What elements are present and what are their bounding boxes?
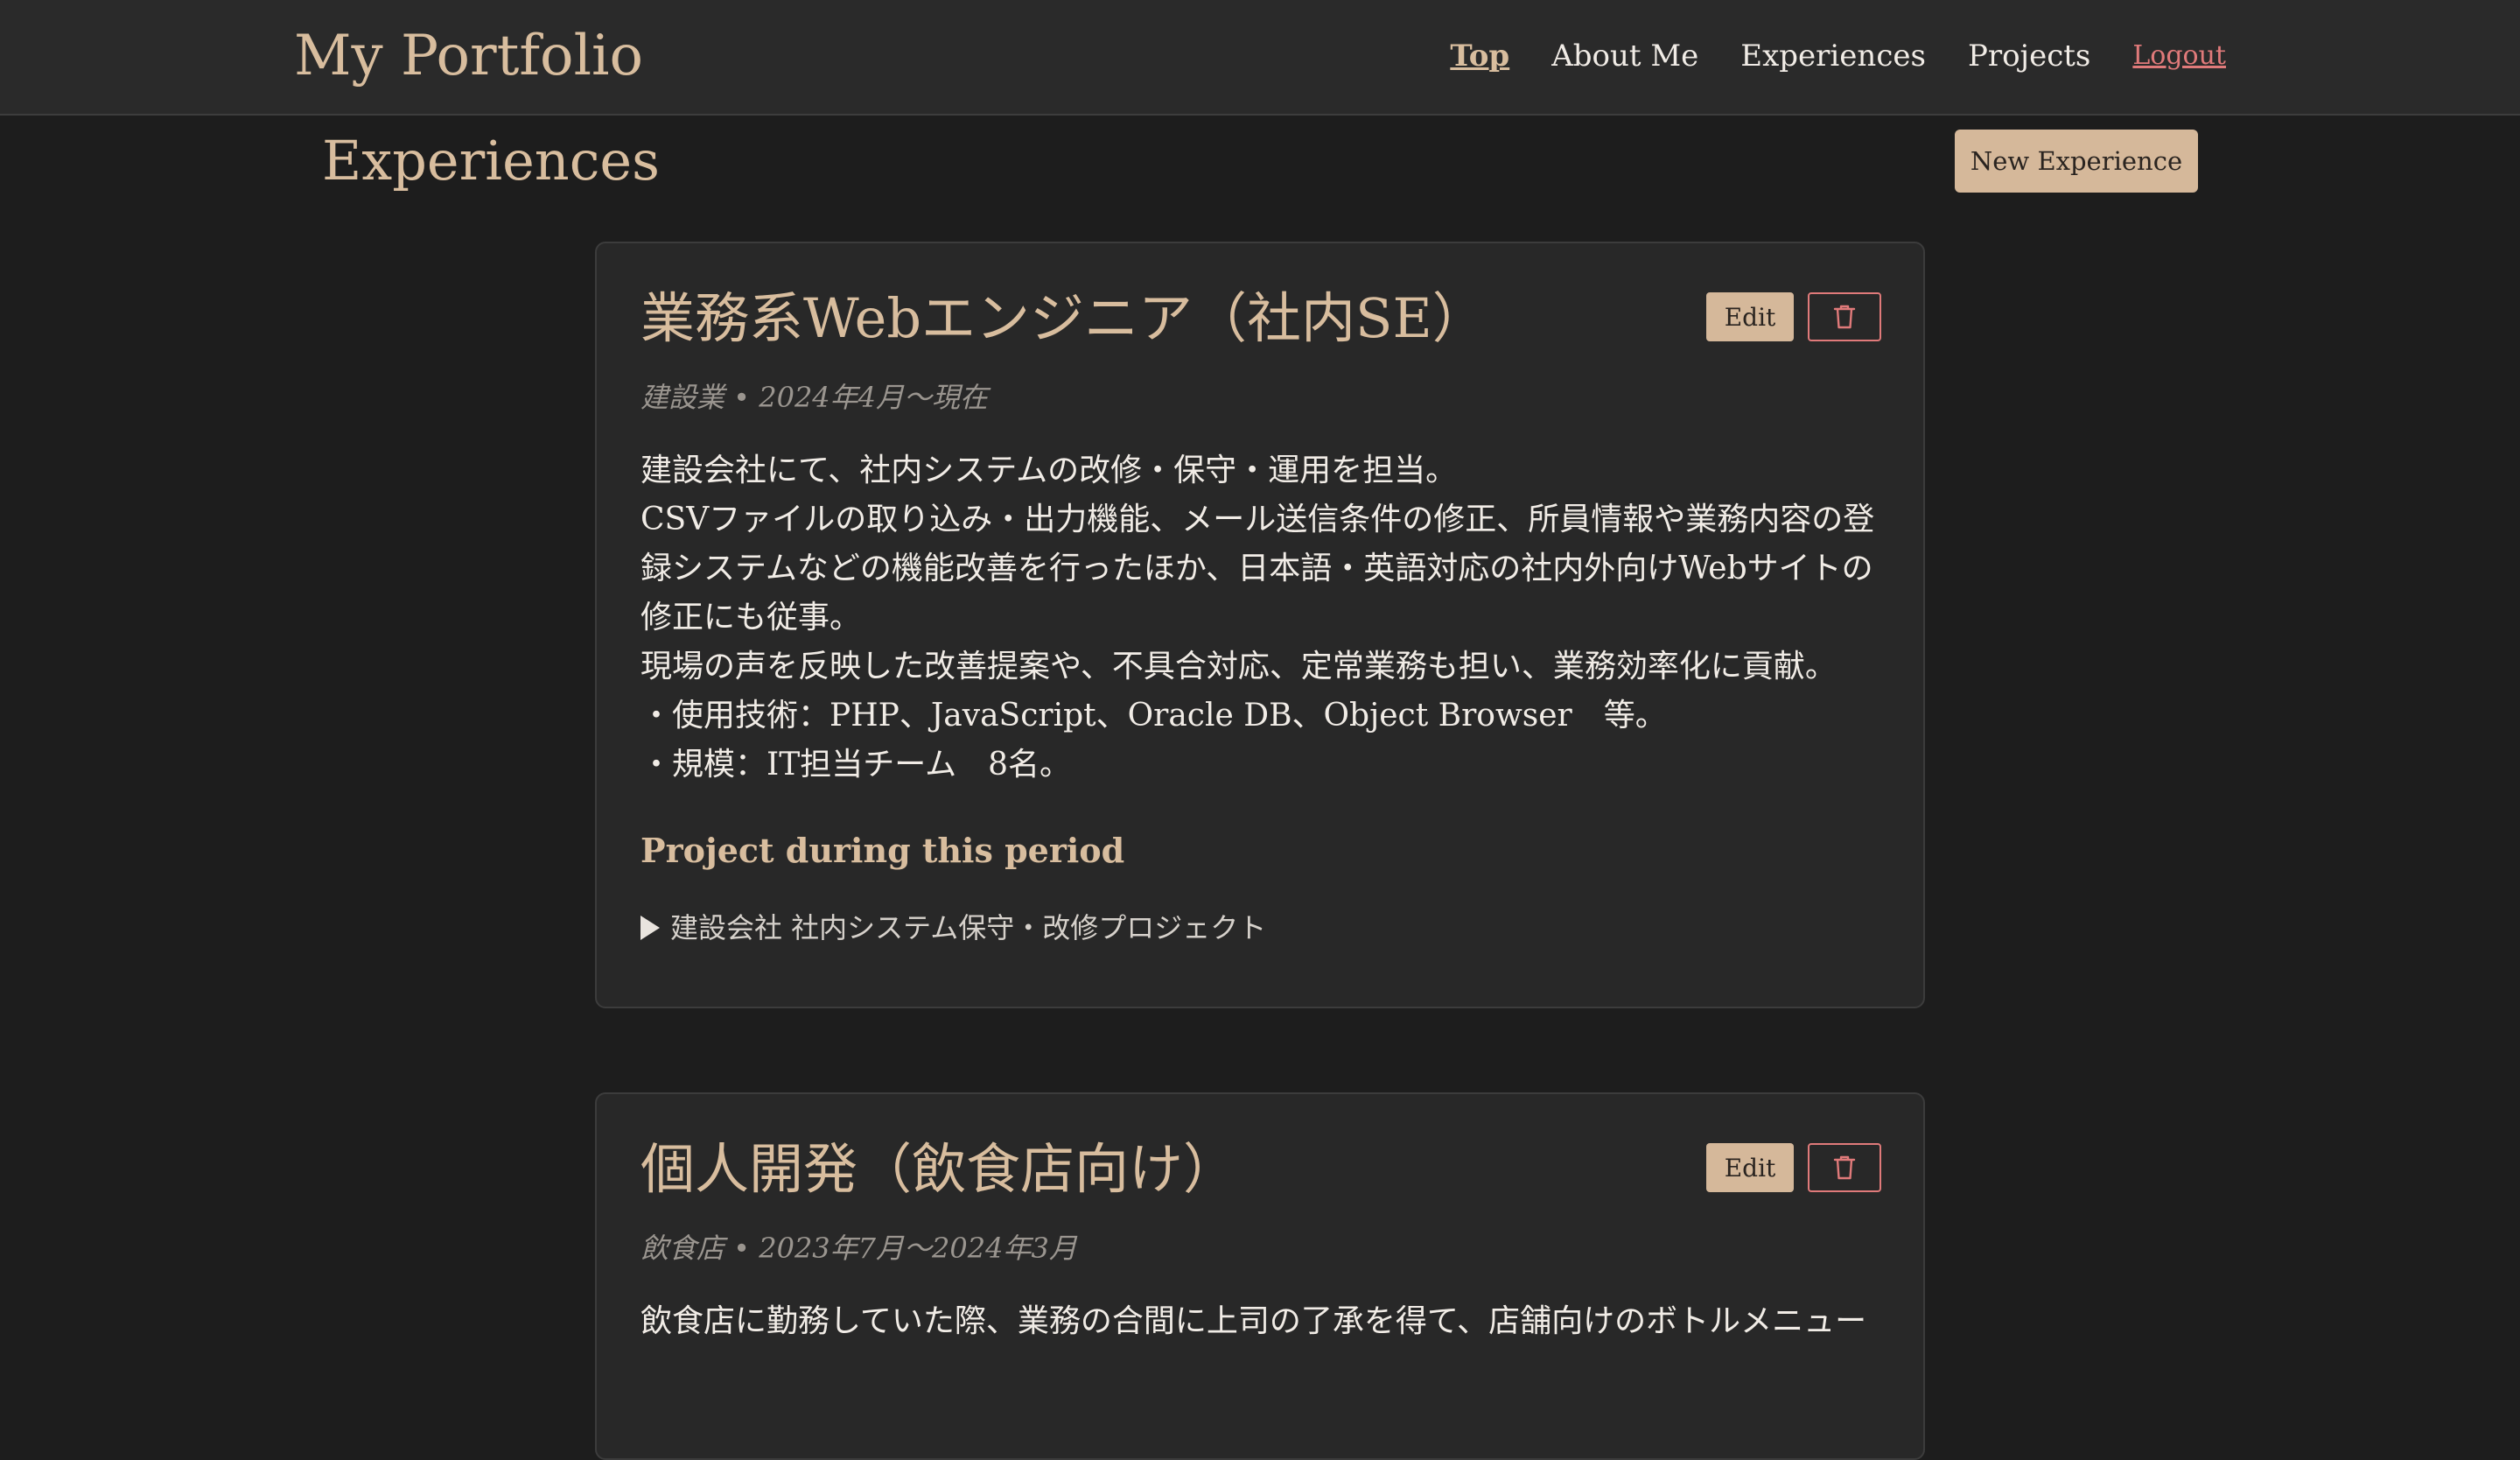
card-actions: Edit (1706, 292, 1881, 341)
description-line: 飲食店に勤務していた際、業務の合間に上司の了承を得て、店舗向けのボトルメニュー (640, 1303, 1867, 1339)
nav-link-experiences[interactable]: Experiences (1740, 33, 1926, 79)
delete-button[interactable] (1808, 1143, 1881, 1192)
card-actions: Edit (1706, 1143, 1881, 1192)
experience-card: 業務系Webエンジニア（社内SE） Edit 建設業 • 2024年4月〜現在 … (595, 242, 1925, 1008)
project-name: 建設会社 社内システム保守・改修プロジェクト (670, 911, 1267, 944)
description-line: 建設会社にて、社内システムの改修・保守・運用を担当。 (640, 453, 1458, 488)
disclosure-triangle-icon (640, 916, 660, 940)
brand-title[interactable]: My Portfolio (294, 21, 643, 91)
nav-link-about[interactable]: About Me (1551, 33, 1698, 79)
edit-button[interactable]: Edit (1706, 292, 1794, 341)
trash-icon (1833, 1155, 1856, 1180)
description-line: 現場の声を反映した改善提案や、不具合対応、定常業務も担い、業務効率化に貢献。 (640, 649, 1837, 684)
description-line: 録システムなどの機能改善を行ったほか、日本語・英語対応の社内外向けWebサイトの (640, 551, 1873, 586)
description-line: ・規模：IT担当チーム 8名。 (640, 747, 1072, 783)
nav-link-top[interactable]: Top (1450, 33, 1509, 79)
experience-meta: 飲食店 • 2023年7月〜2024年3月 (640, 1232, 1077, 1265)
navbar: My Portfolio Top About Me Experiences Pr… (0, 0, 2520, 116)
nav-links: Top About Me Experiences Projects Logout (1450, 33, 2226, 79)
project-toggle[interactable]: 建設会社 社内システム保守・改修プロジェクト (640, 907, 1266, 949)
experience-title: 個人開発（飲食店向け） (640, 1137, 1238, 1201)
experience-description: 建設会社にて、社内システムの改修・保守・運用を担当。 CSVファイルの取り込み・… (640, 446, 1883, 790)
edit-button[interactable]: Edit (1706, 1143, 1794, 1192)
experience-card: 個人開発（飲食店向け） Edit 飲食店 • 2023年7月〜2024年3月 飲… (595, 1092, 1925, 1460)
new-experience-button[interactable]: New Experience (1955, 130, 2198, 193)
trash-icon (1833, 305, 1856, 329)
description-line: 修正にも従事。 (640, 600, 862, 635)
description-line: ・使用技術：PHP、JavaScript、Oracle DB、Object Br… (640, 698, 1667, 734)
delete-button[interactable] (1808, 292, 1881, 341)
experience-title: 業務系Webエンジニア（社内SE） (640, 286, 1487, 350)
page-title: Experiences (322, 129, 660, 193)
nav-link-projects[interactable]: Projects (1968, 33, 2090, 79)
project-heading: Project during this period (640, 831, 1125, 870)
page-header: Experiences New Experience (322, 123, 2198, 203)
experience-description: 飲食店に勤務していた際、業務の合間に上司の了承を得て、店舗向けのボトルメニュー (640, 1297, 1883, 1346)
logout-link[interactable]: Logout (2132, 33, 2226, 79)
experience-meta: 建設業 • 2024年4月〜現在 (640, 381, 989, 414)
description-line: CSVファイルの取り込み・出力機能、メール送信条件の修正、所員情報や業務内容の登 (640, 502, 1875, 537)
